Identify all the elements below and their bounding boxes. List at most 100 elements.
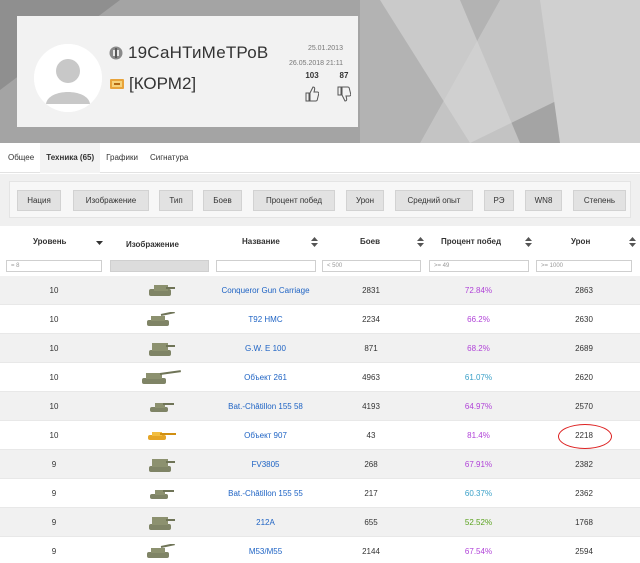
cell-level: 10 [49, 344, 59, 353]
tank-name-link[interactable]: FV3805 [214, 450, 317, 479]
tank-name-link[interactable]: Conqueror Gun Carriage [214, 276, 317, 305]
table-row[interactable]: 10 Conqueror Gun Carriage 2831 72.84% 2863 [0, 276, 640, 305]
cell-battles: 2831 [362, 286, 380, 295]
cell-battles: 655 [364, 518, 378, 527]
profile-card: 19СаНТиМеТРоВ [КОРМ2] 25.01.2013 26.05.2… [17, 16, 358, 127]
tab-vehicles[interactable]: Техника (65) [40, 142, 101, 173]
tank-icon [149, 516, 175, 530]
cell-level: 10 [49, 431, 59, 440]
table-row[interactable]: 10 Объект 907 43 81.4% 2218 [0, 421, 640, 450]
cell-winrate: 67.91% [464, 460, 493, 469]
tank-icon [150, 402, 174, 412]
toggle-damage-button[interactable]: Урон [346, 190, 384, 211]
sort-icon[interactable] [629, 237, 636, 247]
table-row[interactable]: 10 Объект 261 4963 61.07% 2620 [0, 363, 640, 392]
tank-name-link[interactable]: Объект 261 [214, 363, 317, 392]
sort-icon[interactable] [311, 237, 318, 247]
table-row[interactable]: 9 M53/M55 2144 67.54% 2594 [0, 537, 640, 563]
damage-circle-highlight [558, 424, 612, 449]
toggle-type-button[interactable]: Тип [159, 190, 193, 211]
cell-battles: 871 [364, 344, 378, 353]
tank-image [110, 276, 212, 305]
cell-battles: 4193 [362, 402, 380, 411]
cell-winrate: 72.84% [464, 286, 493, 295]
registration-date: 25.01.2013 [307, 45, 343, 52]
tank-name-link[interactable]: Bat.-Châtillon 155 58 [214, 392, 317, 421]
tank-name-link[interactable]: M53/M55 [214, 537, 317, 563]
toggle-battles-button[interactable]: Боев [203, 190, 242, 211]
tank-name-link[interactable]: G.W. E 100 [214, 334, 317, 363]
tab-general[interactable]: Общее [2, 143, 40, 173]
thumbs-up-icon[interactable] [305, 86, 319, 102]
toggle-avg-xp-button[interactable]: Средний опыт [395, 190, 473, 211]
cell-winrate: 61.07% [464, 373, 493, 382]
tank-image [110, 421, 212, 450]
user-placeholder-icon [34, 44, 102, 112]
thumbs-down-icon[interactable] [337, 86, 351, 102]
toggle-efficiency-button[interactable]: РЭ [484, 190, 514, 211]
cell-damage: 2689 [575, 344, 593, 353]
sort-icon[interactable] [417, 237, 424, 247]
cell-winrate: 60.37% [464, 489, 493, 498]
toggle-wn8-button[interactable]: WN8 [525, 190, 562, 211]
cell-damage: 2594 [575, 547, 593, 556]
cell-damage: 1768 [575, 518, 593, 527]
tank-image [110, 392, 212, 421]
cell-damage: 2620 [575, 373, 593, 382]
filter-image-input [110, 260, 209, 272]
tank-name-link[interactable]: Объект 907 [214, 421, 317, 450]
tank-icon [149, 342, 175, 356]
filter-winrate-input[interactable]: >= 49 [429, 260, 529, 272]
clan-tag[interactable]: [КОРМ2] [129, 74, 196, 94]
header-winrate[interactable]: Процент побед [441, 237, 501, 246]
cell-battles: 2144 [362, 547, 380, 556]
tab-charts[interactable]: Графики [100, 143, 144, 173]
cell-winrate: 67.54% [464, 547, 493, 556]
tank-image [110, 334, 212, 363]
cell-battles: 268 [364, 460, 378, 469]
reputation: 103 87 [298, 71, 358, 102]
toggle-mastery-button[interactable]: Степень [573, 190, 626, 211]
filter-damage-input[interactable]: >= 1000 [536, 260, 632, 272]
last-battle-date: 26.05.2018 21:11 [289, 60, 343, 67]
cell-winrate: 52.52% [464, 518, 493, 527]
table-row[interactable]: 10 G.W. E 100 871 68.2% 2689 [0, 334, 640, 363]
header-battles[interactable]: Боев [360, 237, 380, 246]
header-name[interactable]: Название [242, 237, 280, 246]
tank-name-link[interactable]: Bat.-Châtillon 155 55 [214, 479, 317, 508]
filter-battles-input[interactable]: < 500 [322, 260, 421, 272]
header-damage[interactable]: Урон [571, 237, 590, 246]
tank-icon [149, 458, 175, 472]
sort-icon[interactable] [525, 237, 532, 247]
cell-level: 10 [49, 315, 59, 324]
cell-damage: 2863 [575, 286, 593, 295]
toggle-winrate-button[interactable]: Процент побед [253, 190, 335, 211]
toggle-nation-button[interactable]: Нация [17, 190, 61, 211]
table-row[interactable]: 10 T92 HMC 2234 66.2% 2630 [0, 305, 640, 334]
table-row[interactable]: 9 FV3805 268 67.91% 2382 [0, 450, 640, 479]
table-row[interactable]: 9 212A 655 52.52% 1768 [0, 508, 640, 537]
sort-desc-icon[interactable] [96, 238, 103, 248]
cell-battles: 217 [364, 489, 378, 498]
filter-name-input[interactable] [216, 260, 316, 272]
cell-damage: 2362 [575, 489, 593, 498]
tank-image [110, 450, 212, 479]
avatar [34, 44, 102, 112]
toggle-image-button[interactable]: Изображение [73, 190, 149, 211]
header-level[interactable]: Уровень [33, 237, 66, 246]
tank-name-link[interactable]: 212A [214, 508, 317, 537]
tank-name-link[interactable]: T92 HMC [214, 305, 317, 334]
tank-icon [149, 284, 175, 296]
profile-header: 19СаНТиМеТРоВ [КОРМ2] 25.01.2013 26.05.2… [0, 0, 640, 143]
cell-winrate: 81.4% [467, 431, 490, 440]
filter-level-input[interactable]: = 8 [6, 260, 102, 272]
tank-icon [148, 431, 176, 440]
header-image: Изображение [126, 240, 179, 249]
cell-level: 9 [51, 489, 57, 498]
tab-signature[interactable]: Сигнатура [144, 143, 194, 173]
table-row[interactable]: 10 Bat.-Châtillon 155 58 4193 64.97% 2570 [0, 392, 640, 421]
cell-battles: 4963 [362, 373, 380, 382]
cell-winrate: 66.2% [467, 315, 490, 324]
table-row[interactable]: 9 Bat.-Châtillon 155 55 217 60.37% 2362 [0, 479, 640, 508]
cell-damage: 2382 [575, 460, 593, 469]
